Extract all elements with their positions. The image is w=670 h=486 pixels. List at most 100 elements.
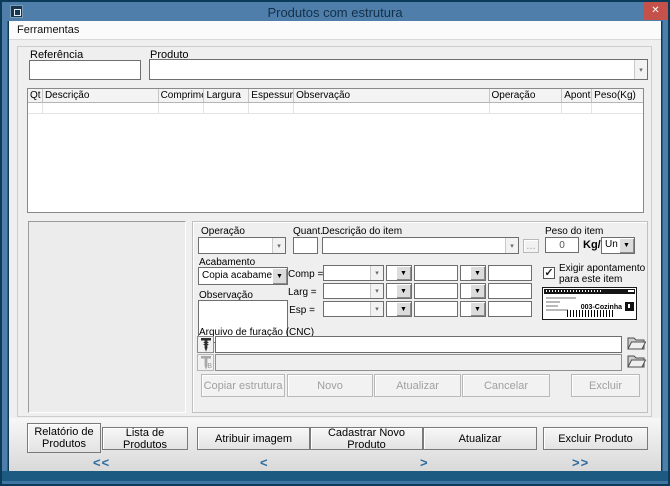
chevron-down-icon[interactable]: ▼ xyxy=(396,284,411,298)
cadastrar-novo-produto-button[interactable]: Cadastrar Novo Produto xyxy=(310,427,423,450)
produto-combo-value xyxy=(150,60,634,79)
window-border-right xyxy=(662,21,668,473)
browse-item-button[interactable]: ... xyxy=(523,239,539,253)
etiqueta-preview: 003-Cozinha xyxy=(542,287,637,320)
menu-ferramentas[interactable]: Ferramentas xyxy=(9,21,87,40)
etiqueta-square xyxy=(625,302,634,311)
title-bar[interactable]: Produtos com estrutura ✕ xyxy=(2,2,668,21)
chevron-down-icon[interactable]: ▼ xyxy=(470,266,485,280)
comp-combo-2[interactable]: ▼ xyxy=(386,265,412,281)
chevron-down-icon[interactable]: ▼ xyxy=(396,302,411,316)
comp-input-1[interactable] xyxy=(414,265,458,281)
column-header-operacao[interactable]: Operação xyxy=(490,89,563,102)
referencia-input[interactable] xyxy=(29,60,141,80)
check-icon: ✓ xyxy=(544,267,553,279)
nav-next-button[interactable]: > xyxy=(420,455,429,470)
excluir-item-button[interactable]: Excluir xyxy=(571,374,640,397)
barcode xyxy=(567,310,613,317)
chevron-down-icon[interactable]: ▼ xyxy=(470,284,485,298)
window-border-left xyxy=(2,21,8,473)
cnc-file-input-top[interactable] xyxy=(215,336,622,353)
column-header-espessura[interactable]: Espessura xyxy=(249,89,294,102)
folder-icon xyxy=(627,353,646,368)
larg-combo-1[interactable]: ▾ xyxy=(323,283,384,299)
esp-input-1[interactable] xyxy=(414,301,458,317)
larg-input-2[interactable] xyxy=(488,283,532,299)
esp-combo-1[interactable]: ▾ xyxy=(323,301,384,317)
larg-input-1[interactable] xyxy=(414,283,458,299)
esp-input-2[interactable] xyxy=(488,301,532,317)
column-header-comprimento[interactable]: Comprimento xyxy=(159,89,205,102)
window-border-bottom-line xyxy=(2,481,668,484)
atribuir-imagem-button[interactable]: Atribuir imagem xyxy=(197,427,310,450)
quant-input[interactable] xyxy=(293,237,318,254)
produto-combo[interactable]: ▾ xyxy=(149,59,648,80)
table-row[interactable] xyxy=(28,103,643,114)
unidade-combo[interactable]: Un ▼ xyxy=(601,237,635,254)
chevron-down-icon[interactable]: ▼ xyxy=(470,302,485,316)
chevron-down-icon[interactable]: ▼ xyxy=(396,266,411,280)
window-border-bottom xyxy=(2,471,668,481)
drill-tool-button-top[interactable] xyxy=(197,336,214,353)
operacao-combo[interactable]: ▾ xyxy=(198,237,286,254)
copiar-estrutura-button[interactable]: Copiar estrutura xyxy=(201,374,285,397)
browse-cnc-bottom-button[interactable] xyxy=(626,351,647,370)
chevron-down-icon[interactable]: ▼ xyxy=(619,238,634,253)
structure-table: Qt Descrição Comprimento Largura Espessu… xyxy=(27,88,644,213)
relatorio-produtos-button[interactable]: Relatório de Produtos xyxy=(27,423,101,453)
window-title: Produtos com estrutura xyxy=(2,5,668,20)
exigir-apontamento-label-2: para este item xyxy=(559,274,622,285)
chevron-down-icon[interactable]: ▾ xyxy=(634,60,647,79)
chevron-down-icon[interactable]: ▾ xyxy=(370,266,383,280)
etiqueta-header-box xyxy=(628,290,634,292)
lista-produtos-button[interactable]: Lista de Produtos xyxy=(102,427,188,450)
nav-prev-button[interactable]: < xyxy=(260,455,269,470)
comp-combo-3[interactable]: ▼ xyxy=(460,265,486,281)
esp-label: Esp = xyxy=(288,305,315,316)
larg-combo-2[interactable]: ▼ xyxy=(386,283,412,299)
nav-first-button[interactable]: << xyxy=(93,455,110,470)
cnc-b-letter: B xyxy=(207,363,212,370)
peso-item-label: Peso do item xyxy=(545,226,603,237)
exigir-apontamento-checkbox[interactable]: ✓ xyxy=(543,267,555,279)
chevron-down-icon[interactable]: ▾ xyxy=(370,284,383,298)
atualizar-produto-button[interactable]: Atualizar xyxy=(423,427,537,450)
chevron-down-icon[interactable]: ▾ xyxy=(272,238,285,253)
chevron-down-icon[interactable]: ▾ xyxy=(505,238,518,253)
column-header-peso[interactable]: Peso(Kg) xyxy=(592,89,643,102)
operacao-combo-value xyxy=(199,238,272,253)
column-header-descricao[interactable]: Descrição xyxy=(43,89,159,102)
descricao-item-label: Descrição do item xyxy=(322,226,402,237)
peso-input[interactable] xyxy=(545,237,579,253)
close-button[interactable]: ✕ xyxy=(643,2,668,20)
comp-input-2[interactable] xyxy=(488,265,532,281)
column-header-apont[interactable]: Apont. xyxy=(562,89,592,102)
chevron-down-icon[interactable]: ▾ xyxy=(370,302,383,316)
column-header-qt[interactable]: Qt xyxy=(28,89,43,102)
comp-combo-1[interactable]: ▾ xyxy=(323,265,384,281)
quant-label: Quant. xyxy=(293,226,323,237)
product-image-box[interactable] xyxy=(28,221,186,413)
cancelar-button[interactable]: Cancelar xyxy=(462,374,550,397)
larg-combo-3[interactable]: ▼ xyxy=(460,283,486,299)
column-header-observacao[interactable]: Observação xyxy=(294,89,489,102)
etiqueta-header xyxy=(544,289,635,294)
drill-tool-button-bottom[interactable]: B xyxy=(197,354,214,371)
atualizar-item-button[interactable]: Atualizar xyxy=(374,374,461,397)
esp-combo-2[interactable]: ▼ xyxy=(386,301,412,317)
exigir-apontamento-label-1: Exigir apontamento xyxy=(559,263,645,274)
drill-icon xyxy=(200,338,212,352)
esp-combo-3[interactable]: ▼ xyxy=(460,301,486,317)
descricao-item-combo[interactable]: ▾ xyxy=(322,237,519,254)
excluir-produto-button[interactable]: Excluir Produto xyxy=(543,427,648,450)
browse-cnc-top-button[interactable] xyxy=(626,333,647,352)
acabamento-combo[interactable]: Copia acabamento ▼ xyxy=(198,267,288,285)
nav-last-button[interactable]: >> xyxy=(572,455,589,470)
novo-button[interactable]: Novo xyxy=(287,374,373,397)
descricao-item-combo-value xyxy=(323,238,505,253)
unidade-combo-value: Un xyxy=(602,238,619,253)
menu-bar: Ferramentas xyxy=(9,21,661,40)
column-header-largura[interactable]: Largura xyxy=(204,89,249,102)
operacao-label: Operação xyxy=(201,226,245,237)
chevron-down-icon[interactable]: ▼ xyxy=(272,268,287,284)
